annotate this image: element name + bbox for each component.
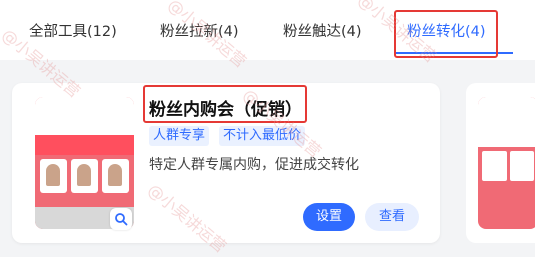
tab-fan-reach[interactable]: 粉丝触达(4) bbox=[283, 20, 362, 41]
search-icon bbox=[110, 208, 132, 230]
card-description: 特定人群专属内购，促进成交转化 bbox=[149, 157, 359, 173]
tool-thumbnail-image-partial bbox=[478, 97, 535, 229]
tab-highlight-box bbox=[394, 10, 498, 58]
tag-audience-exclusive: 人群专享 bbox=[149, 126, 210, 146]
tab-all-tools[interactable]: 全部工具(12) bbox=[29, 20, 117, 41]
tab-fan-acquisition[interactable]: 粉丝拉新(4) bbox=[160, 20, 239, 41]
title-highlight-box bbox=[143, 85, 307, 123]
tab-bar: 全部工具(12) 粉丝拉新(4) 粉丝触达(4) 粉丝转化(4) bbox=[0, 0, 535, 60]
tag-not-lowest-price: 不计入最低价 bbox=[219, 126, 306, 146]
view-button[interactable]: 查看 bbox=[365, 203, 419, 231]
setup-button[interactable]: 设置 bbox=[303, 203, 355, 231]
